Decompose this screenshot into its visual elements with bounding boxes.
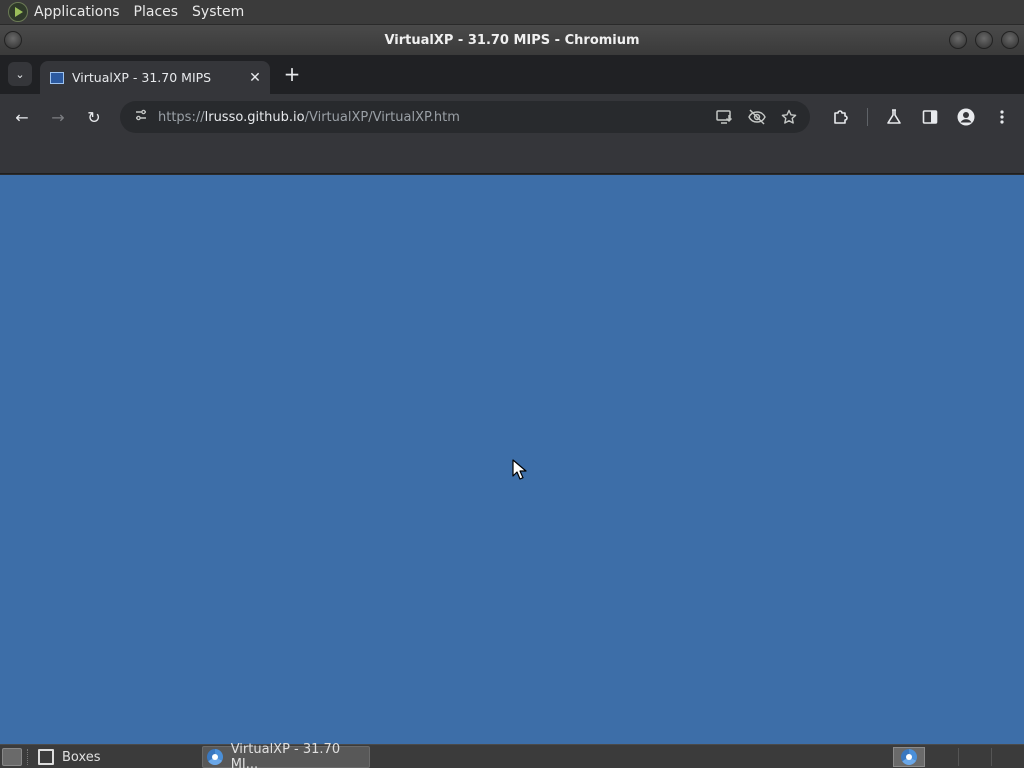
bookmark-bar (0, 140, 1024, 174)
browser-tab-active[interactable]: VirtualXP - 31.70 MIPS ✕ (40, 61, 270, 94)
page-content[interactable] (0, 175, 1024, 744)
panel-handle[interactable] (27, 749, 30, 765)
chevron-down-icon: ⌄ (15, 67, 25, 81)
monitor-favicon-icon (50, 71, 64, 84)
install-app-icon[interactable] (714, 107, 736, 127)
url-scheme: https:// (158, 109, 205, 125)
tab-strip: ⌄ VirtualXP - 31.70 MIPS ✕ + (0, 55, 1024, 94)
menu-button[interactable] (990, 105, 1014, 129)
arrow-left-icon: ← (15, 107, 29, 127)
labs-button[interactable] (882, 105, 906, 129)
window-menu-icon[interactable] (4, 31, 22, 49)
window-title: VirtualXP - 31.70 MIPS - Chromium (384, 32, 640, 48)
browser-toolbar: ← → ↻ https://lrusso.github.io/VirtualXP… (0, 94, 1024, 140)
tray-divider (991, 748, 992, 766)
side-panel-button[interactable] (918, 105, 942, 129)
back-button[interactable]: ← (10, 105, 34, 129)
tray-chromium[interactable] (893, 747, 925, 767)
site-info-icon[interactable] (130, 108, 152, 126)
show-desktop-icon[interactable] (2, 748, 22, 766)
window-titlebar[interactable]: VirtualXP - 31.70 MIPS - Chromium (0, 25, 1024, 55)
chromium-icon (207, 749, 223, 765)
tab-title: VirtualXP - 31.70 MIPS (72, 70, 212, 85)
profile-button[interactable] (954, 105, 978, 129)
task-boxes[interactable]: Boxes (38, 746, 198, 768)
reload-icon: ↻ (87, 107, 101, 127)
maximize-icon[interactable] (975, 31, 993, 49)
kebab-menu-icon (1000, 110, 1004, 124)
toolbar-divider (867, 108, 868, 126)
url-text[interactable]: https://lrusso.github.io/VirtualXP/Virtu… (158, 110, 460, 125)
flask-icon (887, 109, 901, 124)
forward-button[interactable]: → (46, 105, 70, 129)
menu-places[interactable]: Places (134, 4, 179, 20)
puzzle-icon (834, 110, 848, 124)
chromium-icon (901, 749, 917, 765)
side-panel-icon (922, 110, 938, 124)
distro-logo-icon[interactable] (8, 2, 28, 22)
close-window-icon[interactable] (1001, 31, 1019, 49)
new-tab-button[interactable]: + (281, 64, 303, 86)
avatar-icon (957, 108, 975, 126)
reload-button[interactable]: ↻ (82, 105, 106, 129)
tab-search-button[interactable]: ⌄ (8, 62, 32, 86)
bookmark-star-icon[interactable] (778, 107, 800, 127)
task-label: Boxes (62, 749, 101, 765)
arrow-right-icon: → (51, 107, 65, 127)
address-bar[interactable]: https://lrusso.github.io/VirtualXP/Virtu… (120, 101, 810, 133)
extensions-button[interactable] (829, 105, 853, 129)
tab-close-icon[interactable]: ✕ (246, 69, 264, 87)
top-panel: Applications Places System (0, 0, 1024, 25)
task-label: VirtualXP - 31.70 MI... (230, 742, 341, 768)
menu-applications[interactable]: Applications (34, 4, 120, 20)
bottom-taskbar: Boxes VirtualXP - 31.70 MI... (0, 742, 1024, 768)
tray-divider (958, 748, 959, 766)
url-path: /VirtualXP/VirtualXP.htm (304, 109, 460, 125)
task-chromium[interactable]: VirtualXP - 31.70 MI... (202, 742, 370, 768)
menu-system[interactable]: System (192, 4, 244, 20)
eye-off-icon[interactable] (746, 107, 768, 127)
url-host: lrusso.github.io (204, 109, 305, 125)
minimize-icon[interactable] (949, 31, 967, 49)
boxes-icon (38, 749, 54, 765)
